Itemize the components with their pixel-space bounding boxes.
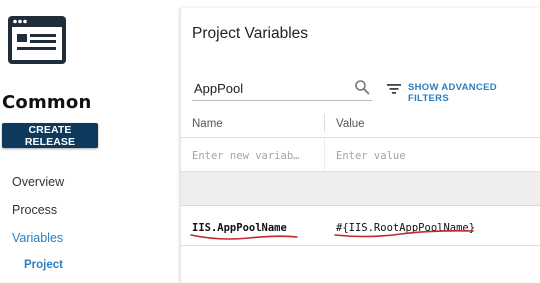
create-release-button[interactable]: CREATE RELEASE <box>2 123 98 148</box>
column-divider <box>324 114 325 132</box>
page-title: Project Variables <box>192 25 309 42</box>
nav-item-process[interactable]: Process <box>12 203 57 217</box>
new-variable-row: Enter new variab… Enter value <box>181 138 540 172</box>
nav-item-variables[interactable]: Variables <box>12 231 63 245</box>
search-input[interactable] <box>194 78 344 98</box>
variables-panel: Project Variables SHOW ADVANCED FILTERS … <box>180 8 540 283</box>
show-advanced-filters-link[interactable]: SHOW ADVANCED FILTERS <box>408 82 540 104</box>
nav-subitem-project[interactable]: Project <box>24 259 63 271</box>
column-header-value[interactable]: Value <box>336 118 365 130</box>
search-icon[interactable] <box>354 79 370 95</box>
table-header: Name Value <box>181 112 540 138</box>
search-field[interactable] <box>192 78 372 101</box>
variable-name[interactable]: IIS.AppPoolName <box>192 222 287 234</box>
table-row[interactable]: IIS.AppPoolName #{IIS.RootAppPoolName} <box>181 206 540 246</box>
new-variable-name-input[interactable]: Enter new variab… <box>192 150 299 162</box>
project-dashboard-icon <box>8 16 66 64</box>
variable-value[interactable]: #{IIS.RootAppPoolName} <box>336 222 475 234</box>
project-title: Common <box>2 92 92 113</box>
filter-icon[interactable] <box>387 83 401 95</box>
column-divider <box>324 138 325 172</box>
nav-item-overview[interactable]: Overview <box>12 175 64 189</box>
sidebar: Common CREATE RELEASE Overview Process V… <box>0 0 170 283</box>
variable-group-row <box>181 172 540 206</box>
column-header-name[interactable]: Name <box>192 118 223 130</box>
new-variable-value-input[interactable]: Enter value <box>336 150 406 162</box>
